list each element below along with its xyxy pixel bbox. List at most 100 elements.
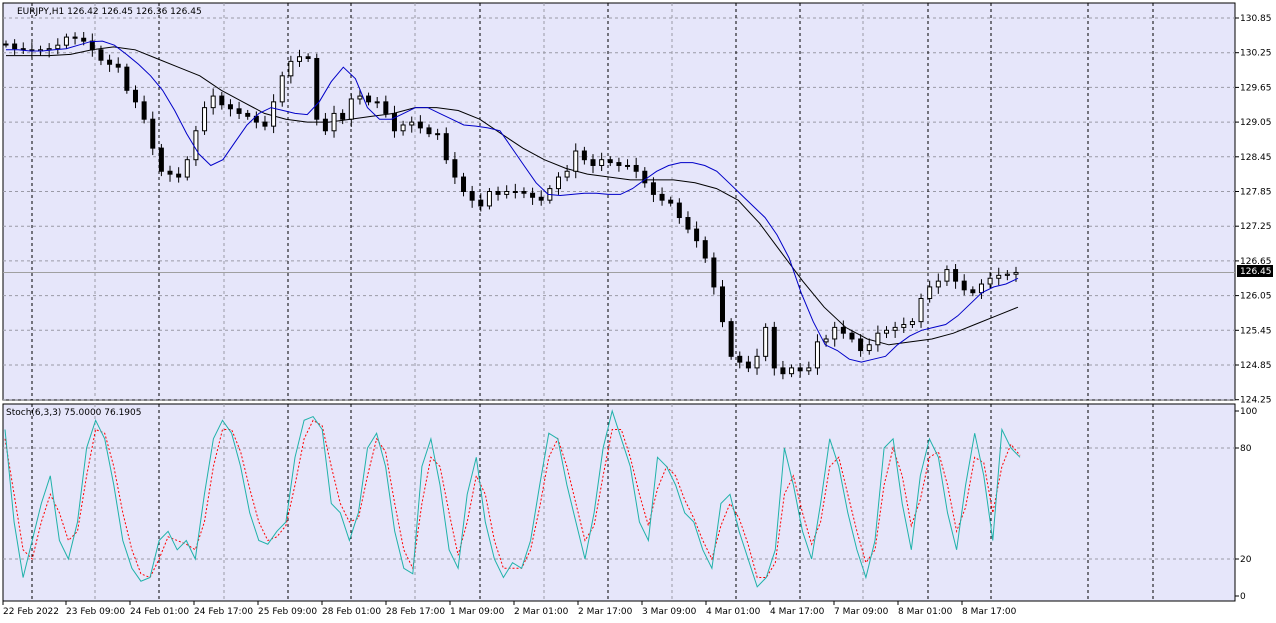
candle-bear — [227, 104, 233, 110]
candle-bear — [650, 182, 656, 195]
time-tick-label: 8 Mar 01:00 — [898, 607, 953, 617]
candle-bull — [763, 326, 769, 357]
time-tick-label: 24 Feb 17:00 — [194, 607, 253, 617]
price-tick-label: 127.85 — [1240, 188, 1272, 198]
candle-bear — [616, 162, 622, 166]
candle-bear — [633, 164, 639, 172]
candle-bull — [288, 60, 294, 77]
candle-bull — [297, 56, 303, 62]
time-tick-label: 28 Feb 17:00 — [386, 607, 445, 617]
candle-bear — [176, 173, 182, 178]
candle-bear — [141, 101, 147, 120]
current-price-text: 126.45 — [1240, 267, 1272, 277]
time-tick-label: 23 Feb 09:00 — [66, 607, 125, 617]
candle-bear — [426, 127, 432, 135]
candle-bear — [711, 257, 717, 288]
candle-bull — [996, 274, 1002, 279]
price-panel[interactable] — [2, 2, 1236, 401]
candle-bull — [754, 355, 760, 369]
candle-bear — [659, 193, 665, 201]
candle-bull — [823, 338, 829, 343]
candle-bear — [314, 57, 320, 120]
candle-bear — [322, 118, 328, 132]
candle-bull — [400, 124, 406, 132]
stoch-panel[interactable] — [2, 403, 1236, 602]
candle-bull — [504, 191, 510, 195]
candle-bear — [20, 48, 26, 51]
candle-bear — [469, 191, 475, 201]
candle-bull — [193, 130, 199, 161]
candle-bear — [797, 367, 803, 372]
candle-bear — [953, 269, 959, 282]
candle-bull — [279, 75, 285, 103]
candle-bear — [98, 49, 104, 61]
candle-bull — [625, 164, 631, 167]
candle-bear — [158, 147, 164, 172]
candle-bear — [694, 228, 700, 242]
stoch-tick-label: 80 — [1240, 444, 1252, 454]
candle-bear — [81, 37, 87, 42]
candle-bull — [892, 326, 898, 331]
candle-bear — [236, 108, 242, 114]
candle-bear — [305, 56, 311, 59]
price-tick-label: 130.85 — [1240, 14, 1272, 24]
candle-bull — [374, 101, 380, 104]
candle-bull — [806, 367, 812, 372]
candle-bull — [46, 48, 52, 51]
time-tick-label: 24 Feb 01:00 — [130, 607, 189, 617]
candle-bear — [590, 159, 596, 166]
candle-bull — [901, 324, 907, 328]
time-tick-label: 22 Feb 2022 — [3, 607, 59, 617]
candle-bull — [55, 44, 61, 50]
candle-bear — [115, 63, 121, 68]
candle-bear — [383, 101, 389, 114]
candle-bear — [366, 95, 372, 103]
candle-bull — [978, 283, 984, 294]
stoch-tick-label: 20 — [1240, 555, 1252, 565]
candle-bull — [184, 159, 190, 178]
candle-bull — [599, 159, 605, 166]
candle-bull — [435, 133, 441, 136]
candle-bear — [685, 217, 691, 230]
candle-bear — [607, 159, 613, 164]
candle-bear — [452, 159, 458, 178]
candle-bull — [884, 329, 890, 334]
candle-bear — [840, 326, 846, 334]
time-tick-label: 4 Mar 17:00 — [770, 607, 825, 617]
candle-bull — [987, 277, 993, 285]
time-tick-label: 8 Mar 17:00 — [962, 607, 1017, 617]
candle-bear — [443, 133, 449, 161]
trading-chart[interactable]: EURJPY,H1 126.42 126.45 126.36 126.45 13… — [0, 0, 1276, 623]
candle-bear — [417, 121, 423, 129]
candle-bear — [72, 36, 78, 39]
candle-bear — [970, 289, 976, 294]
time-tick-label: 4 Mar 01:00 — [706, 607, 761, 617]
candle-bear — [538, 196, 544, 201]
candle-bear — [89, 40, 95, 51]
candle-bear — [12, 43, 18, 50]
candle-bull — [832, 326, 838, 340]
candle-bull — [210, 95, 216, 109]
candle-bull — [512, 191, 518, 193]
candle-bear — [150, 118, 156, 149]
candle-bull — [1004, 273, 1010, 276]
candle-bull — [202, 107, 208, 132]
price-tick-label: 124.85 — [1240, 361, 1272, 371]
candle-bear — [340, 112, 346, 120]
candle-bull — [866, 344, 872, 352]
candle-bull — [909, 321, 915, 326]
candle-bull — [357, 95, 363, 100]
price-tick-label: 126.05 — [1240, 292, 1272, 302]
candle-bear — [702, 240, 708, 259]
candle-bull — [271, 101, 277, 127]
candle-bear — [107, 59, 113, 65]
candle-bear — [849, 332, 855, 340]
stoch-tick-label: 0 — [1240, 592, 1246, 602]
candle-bear — [961, 280, 967, 291]
candle-bull — [573, 150, 579, 172]
candle-bear — [719, 286, 725, 323]
candle-bear — [737, 355, 743, 363]
candle-bear — [478, 199, 484, 207]
candle-bull — [63, 36, 69, 46]
candle-bull — [1013, 271, 1019, 275]
